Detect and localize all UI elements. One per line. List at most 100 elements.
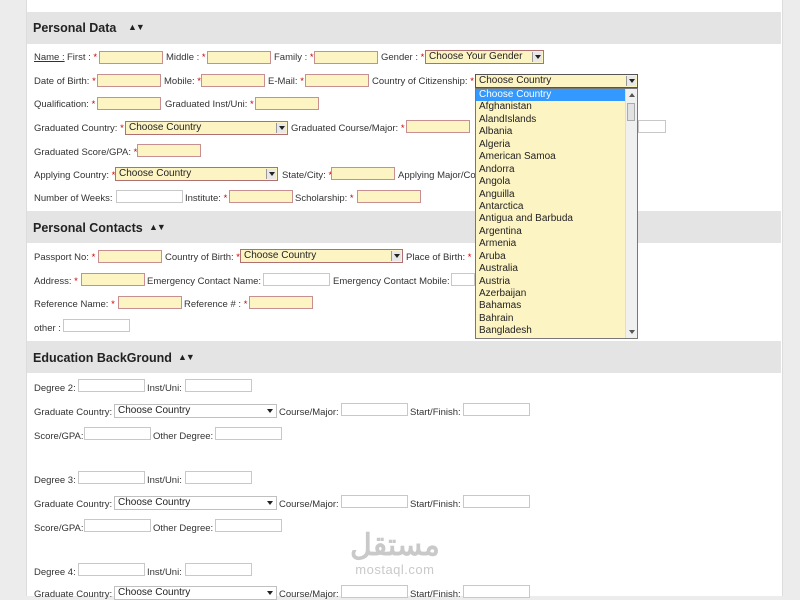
section-title: Personal Contacts [33, 221, 143, 235]
grad-extra-input[interactable] [638, 120, 666, 133]
applying-country-select[interactable]: Choose Country [115, 167, 278, 181]
degree4-course-input[interactable] [341, 585, 408, 598]
course-label: Course/Major: [279, 407, 339, 418]
first-label: First : * [67, 52, 98, 63]
grad-inst-input[interactable] [255, 97, 319, 110]
passport-input[interactable] [98, 250, 162, 263]
scroll-down-icon[interactable] [629, 330, 635, 334]
dropdown-option[interactable]: Bangladesh [476, 325, 637, 337]
other-input[interactable] [63, 319, 130, 332]
dropdown-option[interactable]: Australia [476, 263, 637, 275]
chevron-down-icon [265, 498, 275, 508]
degree3-input[interactable] [78, 471, 145, 484]
dropdown-option[interactable]: Antigua and Barbuda [476, 213, 637, 225]
weeks-input[interactable] [116, 190, 183, 203]
dropdown-option[interactable]: Bahamas [476, 300, 637, 312]
degree3-country-select[interactable]: Choose Country [114, 496, 277, 510]
state-city-input[interactable] [331, 167, 395, 180]
grad-inst-label: Graduated Inst/Uni: * [165, 99, 254, 110]
chevron-down-icon [276, 123, 286, 133]
degree2-input[interactable] [78, 379, 145, 392]
applying-country-label: Applying Country: * [34, 170, 116, 181]
emergency-name-input[interactable] [263, 273, 330, 286]
sort-toggle-icon[interactable]: ▲▼ [178, 352, 195, 362]
degree3-start-input[interactable] [463, 495, 530, 508]
dropdown-option[interactable]: Bahrain [476, 313, 637, 325]
degree3-other-input[interactable] [215, 519, 282, 532]
country-birth-select[interactable]: Choose Country [240, 249, 403, 263]
degree2-other-input[interactable] [215, 427, 282, 440]
sort-toggle-icon[interactable]: ▲▼ [149, 222, 166, 232]
section-education[interactable]: Education BackGround ▲▼ [27, 341, 781, 373]
dob-input[interactable] [97, 74, 161, 87]
sort-toggle-icon[interactable]: ▲▼ [128, 22, 145, 32]
country-birth-label: Country of Birth: * [165, 252, 240, 263]
address-input[interactable] [81, 273, 145, 286]
chevron-down-icon [532, 52, 542, 62]
grad-country-label: Graduate Country: [34, 407, 113, 418]
degree2-inst-input[interactable] [185, 379, 252, 392]
section-personal-data[interactable]: Personal Data ▲▼ [27, 12, 781, 44]
grad-course-input[interactable] [406, 120, 470, 133]
degree4-label: Degree 4: [34, 567, 76, 578]
grad-score-input[interactable] [137, 144, 201, 157]
dropdown-option[interactable]: Azerbaijan [476, 288, 637, 300]
ref-no-input[interactable] [249, 296, 313, 309]
dropdown-option[interactable]: Austria [476, 276, 637, 288]
degree2-course-input[interactable] [341, 403, 408, 416]
dropdown-option[interactable]: Armenia [476, 238, 637, 250]
family-name-input[interactable] [314, 51, 378, 64]
scholarship-label: Scholarship: * [295, 193, 354, 204]
email-input[interactable] [305, 74, 369, 87]
degree3-course-input[interactable] [341, 495, 408, 508]
emergency-mobile-input[interactable] [451, 273, 475, 286]
other-label: other : [34, 323, 61, 334]
start-label: Start/Finish: [410, 499, 461, 510]
degree4-start-input[interactable] [463, 585, 530, 598]
family-label: Family : * [274, 52, 314, 63]
scholarship-input[interactable] [357, 190, 421, 203]
grad-country-select[interactable]: Choose Country [125, 121, 288, 135]
grad-country-label: Graduated Country: * [34, 123, 124, 134]
qualification-input[interactable] [97, 97, 161, 110]
institute-input[interactable] [229, 190, 293, 203]
degree4-inst-input[interactable] [185, 563, 252, 576]
first-name-input[interactable] [99, 51, 163, 64]
gender-select[interactable]: Choose Your Gender [425, 50, 544, 64]
country-dropdown-list[interactable]: Choose Country Afghanistan AlandIslands Alb… [475, 88, 638, 339]
dropdown-option[interactable]: American Samoa [476, 151, 637, 163]
qualification-label: Qualification: * [34, 99, 96, 110]
dropdown-option[interactable]: Albania [476, 126, 637, 138]
dropdown-option[interactable]: Antarctica [476, 201, 637, 213]
dropdown-option[interactable]: Andorra [476, 164, 637, 176]
degree2-country-select[interactable]: Choose Country [114, 404, 277, 418]
middle-label: Middle : * [166, 52, 206, 63]
dropdown-option[interactable]: Aruba [476, 251, 637, 263]
degree3-inst-input[interactable] [185, 471, 252, 484]
inst-label: Inst/Uni: [147, 475, 182, 486]
degree3-score-input[interactable] [84, 519, 151, 532]
chevron-down-icon [626, 76, 636, 86]
degree2-score-input[interactable] [84, 427, 151, 440]
dropdown-option[interactable]: Anguilla [476, 189, 637, 201]
dropdown-option[interactable]: Algeria [476, 139, 637, 151]
scroll-thumb[interactable] [627, 103, 635, 121]
section-personal-contacts[interactable]: Personal Contacts ▲▼ [27, 211, 781, 243]
dropdown-option[interactable]: Afghanistan [476, 101, 637, 113]
degree2-start-input[interactable] [463, 403, 530, 416]
citizenship-select[interactable]: Choose Country [475, 74, 638, 88]
degree4-country-select[interactable]: Choose Country [114, 586, 277, 600]
middle-name-input[interactable] [207, 51, 271, 64]
dropdown-option[interactable]: AlandIslands [476, 114, 637, 126]
section-title: Education BackGround [33, 351, 172, 365]
degree4-input[interactable] [78, 563, 145, 576]
dropdown-option[interactable]: Argentina [476, 226, 637, 238]
state-city-label: State/City: * [282, 170, 332, 181]
scroll-up-icon[interactable] [629, 93, 635, 97]
mobile-input[interactable] [201, 74, 265, 87]
dropdown-scrollbar[interactable] [625, 89, 637, 338]
dropdown-option[interactable]: Choose Country [476, 89, 637, 102]
dropdown-option[interactable]: Angola [476, 176, 637, 188]
ref-name-input[interactable] [118, 296, 182, 309]
emergency-name-label: Emergency Contact Name: [147, 276, 262, 287]
